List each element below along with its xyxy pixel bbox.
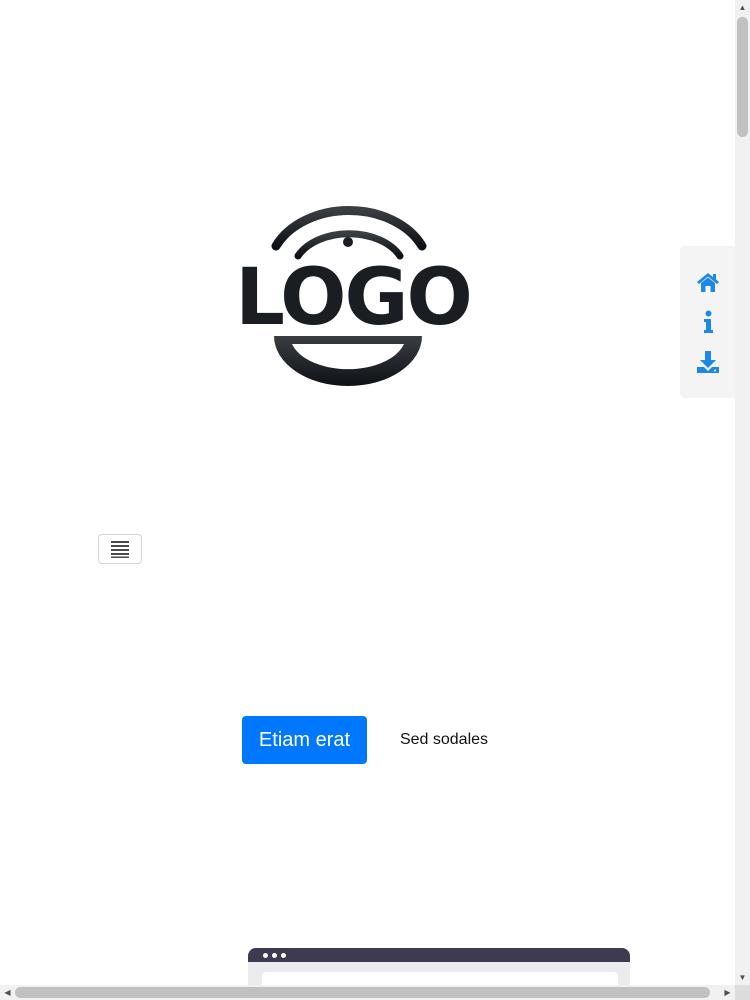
horizontal-scroll-thumb[interactable] [15, 987, 710, 998]
window-dot [272, 953, 277, 958]
primary-cta-button[interactable]: Etiam erat [242, 716, 367, 764]
nav-item-info[interactable] [694, 308, 722, 336]
scroll-up-arrow[interactable]: ▲ [735, 0, 750, 15]
download-icon [697, 351, 719, 373]
scrollbar-corner [735, 985, 750, 1000]
menu-toggle-button[interactable] [98, 534, 142, 564]
home-icon [697, 273, 719, 292]
logo-text: LOGO [235, 253, 471, 343]
brand-logo: LOGO [226, 196, 480, 386]
logo-graphic: LOGO [235, 206, 473, 386]
vertical-scrollbar[interactable]: ▲ ▼ [735, 0, 750, 985]
browser-mockup [248, 948, 630, 985]
vertical-scroll-thumb[interactable] [737, 17, 748, 137]
secondary-link-button[interactable]: Sed sodales [388, 716, 500, 764]
window-dot [281, 953, 286, 958]
side-navigation [680, 246, 735, 398]
horizontal-scrollbar[interactable]: ◀ ▶ [0, 985, 735, 1000]
mockup-title-bar [248, 948, 630, 962]
mockup-content [262, 972, 618, 985]
menu-icon [111, 541, 129, 558]
scroll-right-arrow[interactable]: ▶ [720, 985, 735, 1000]
scroll-down-arrow[interactable]: ▼ [735, 970, 750, 985]
info-icon [704, 310, 713, 333]
scroll-left-arrow[interactable]: ◀ [0, 985, 15, 1000]
nav-item-download[interactable] [694, 348, 722, 376]
window-dot [263, 953, 268, 958]
nav-item-home[interactable] [694, 268, 722, 296]
page-viewport: LOGO Etiam erat Sed sodales [0, 0, 735, 985]
